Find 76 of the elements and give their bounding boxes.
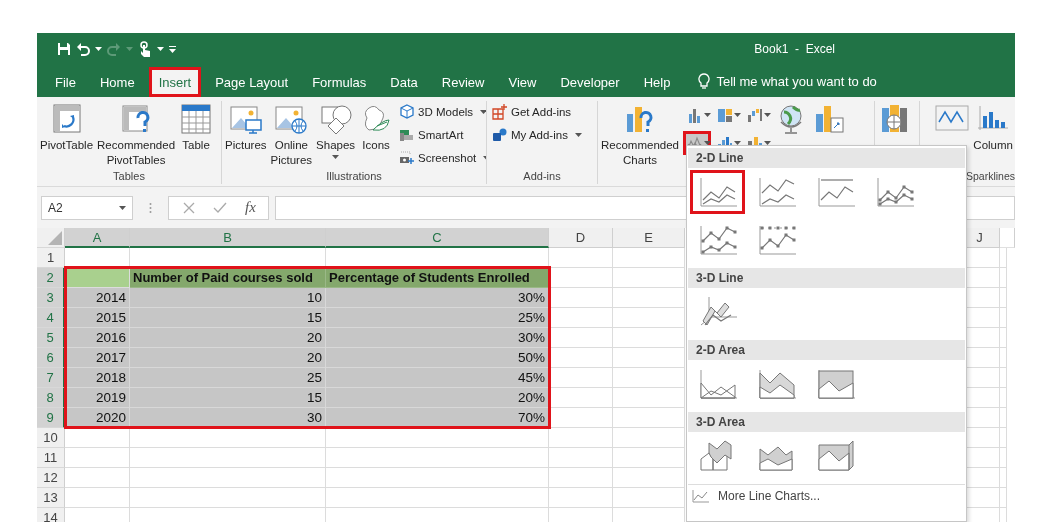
table-cell[interactable]: 30% (326, 328, 549, 348)
table-cell[interactable]: 50% (326, 348, 549, 368)
group-label: Illustrations (325, 170, 383, 184)
table-cell[interactable]: 45% (326, 368, 549, 388)
row-header[interactable]: 3 (37, 288, 65, 308)
table-cell[interactable]: 30 (130, 408, 326, 428)
window-title: Book1 - Excel (754, 42, 835, 56)
column-header[interactable]: B (130, 228, 326, 248)
table-cell[interactable]: 30% (326, 288, 549, 308)
ribbon-button[interactable]: Pictures (223, 101, 269, 154)
table-cell[interactable]: 2019 (65, 388, 130, 408)
table-cell[interactable]: 25% (326, 308, 549, 328)
table-cell[interactable]: 2017 (65, 348, 130, 368)
row-header[interactable]: 14 (37, 508, 65, 522)
ribbon-button[interactable]: Column (971, 101, 1015, 154)
ribbon-button[interactable]: Shapes (314, 101, 358, 160)
ribbon-button[interactable]: My Add-ins (490, 124, 584, 145)
table-cell[interactable]: 10 (130, 288, 326, 308)
insert-function-button[interactable]: fx (245, 199, 256, 216)
ribbon-button[interactable]: Screenshot (397, 147, 486, 168)
row-header[interactable]: 9 (37, 408, 65, 428)
section-heading: 3-D Area (688, 412, 965, 432)
ribbon-button[interactable]: SmartArt (397, 124, 486, 145)
ribbon-tab[interactable]: Insert (148, 67, 202, 97)
table-cell[interactable]: 2014 (65, 288, 130, 308)
group-label: Sparklines (964, 170, 1015, 184)
ribbon-tab[interactable]: View (498, 67, 547, 97)
column-header[interactable]: A (65, 228, 130, 248)
ribbon-tab[interactable]: Data (380, 67, 428, 97)
table-cell[interactable]: 20 (130, 328, 326, 348)
row-header[interactable]: 1 (37, 248, 65, 268)
section-heading: 3-D Line (688, 268, 965, 288)
ribbon-button[interactable]: 3D Models (397, 101, 486, 122)
name-box[interactable]: A2 (41, 195, 133, 220)
table-cell[interactable]: 2018 (65, 368, 130, 388)
table-cell[interactable]: 15 (130, 388, 326, 408)
row-header[interactable]: 10 (37, 428, 65, 448)
group-label: Tables (112, 170, 146, 184)
table-cell[interactable]: 25 (130, 368, 326, 388)
column-header[interactable]: C (326, 228, 549, 248)
section-heading: 2-D Area (688, 340, 965, 360)
ribbon-tab[interactable]: Review (431, 67, 495, 97)
ribbon-button[interactable]: Recommended Charts (599, 101, 681, 169)
row-header[interactable]: 2 (37, 268, 65, 288)
row-header[interactable]: 11 (37, 448, 65, 468)
row-header[interactable]: 4 (37, 308, 65, 328)
ribbon-tab[interactable]: Page Layout (205, 67, 299, 97)
table-cell[interactable]: 20 (130, 348, 326, 368)
ribbon-tab[interactable]: File (45, 67, 86, 97)
ribbon-tab[interactable]: Home (89, 67, 145, 97)
ribbon-button[interactable]: PivotTable (38, 101, 96, 154)
ribbon-tab[interactable]: Formulas (302, 67, 377, 97)
row-header[interactable]: 12 (37, 468, 65, 488)
section-heading: 2-D Line (688, 148, 965, 168)
table-cell[interactable]: 20% (326, 388, 549, 408)
table-cell[interactable]: 2015 (65, 308, 130, 328)
row-header[interactable]: 5 (37, 328, 65, 348)
ribbon-button[interactable]: Recommended PivotTables (95, 101, 178, 169)
ribbon-tab[interactable]: Developer (550, 67, 630, 97)
column-header[interactable]: D (549, 228, 613, 248)
tell-me-button[interactable]: Tell me what you want to do (692, 71, 883, 91)
ribbon-button[interactable]: Online Pictures (268, 101, 315, 169)
more-charts-link[interactable]: More Line Charts... (688, 484, 965, 507)
row-header[interactable]: 7 (37, 368, 65, 388)
ribbon-button[interactable]: Table (177, 101, 216, 154)
column-header[interactable]: E (613, 228, 685, 248)
ribbon-tab[interactable]: Help (633, 67, 681, 97)
row-header[interactable]: 13 (37, 488, 65, 508)
ribbon-button[interactable]: Icons (357, 101, 396, 154)
row-header[interactable]: 6 (37, 348, 65, 368)
table-cell[interactable]: 2016 (65, 328, 130, 348)
ribbon-button[interactable]: Get Add-ins (490, 101, 584, 122)
row-header[interactable]: 8 (37, 388, 65, 408)
group-label: Add-ins (522, 170, 562, 184)
table-cell[interactable]: 15 (130, 308, 326, 328)
table-cell[interactable]: Number of Paid courses sold (130, 268, 326, 288)
